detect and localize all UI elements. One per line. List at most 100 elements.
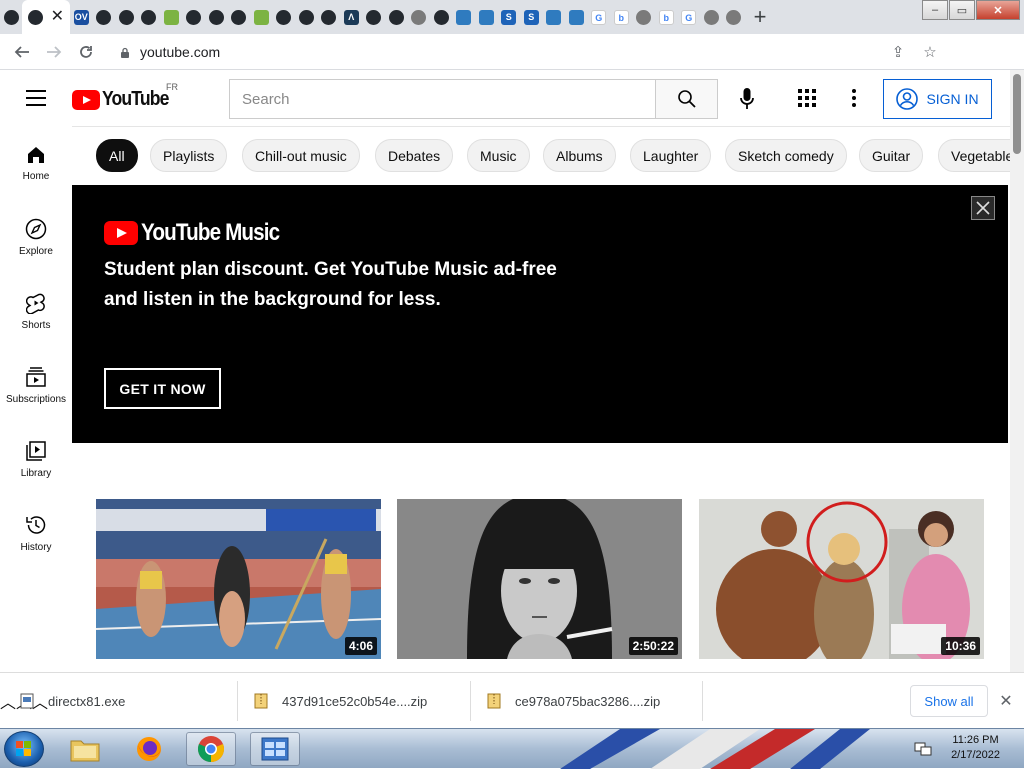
clock-date: 2/17/2022 bbox=[951, 749, 1000, 761]
restore-button[interactable]: ▭ bbox=[949, 0, 975, 20]
browser-tab[interactable] bbox=[633, 0, 656, 34]
guide-item-shorts[interactable]: Shorts bbox=[0, 274, 72, 348]
taskbar-control-panel[interactable] bbox=[250, 732, 300, 766]
browser-tab[interactable] bbox=[183, 0, 206, 34]
browser-tab[interactable] bbox=[115, 0, 138, 34]
browser-tab[interactable] bbox=[408, 0, 431, 34]
share-icon[interactable]: ⇪ bbox=[882, 43, 914, 61]
page-scrollbar[interactable] bbox=[1010, 70, 1024, 672]
browser-tab[interactable] bbox=[543, 0, 566, 34]
taskbar-explorer[interactable] bbox=[60, 732, 110, 766]
browser-tab[interactable]: b bbox=[610, 0, 633, 34]
browser-tab[interactable] bbox=[250, 0, 273, 34]
guide-item-subscriptions[interactable]: Subscriptions bbox=[0, 348, 72, 422]
search-input[interactable] bbox=[242, 90, 656, 108]
back-arrow-icon bbox=[14, 45, 29, 58]
apps-grid-icon[interactable] bbox=[795, 86, 819, 110]
banner-close-button[interactable] bbox=[971, 196, 995, 220]
github-icon bbox=[366, 9, 382, 25]
taskbar-chrome[interactable] bbox=[186, 732, 236, 766]
browser-tab[interactable]: Λ bbox=[340, 0, 363, 34]
guide-item-explore[interactable]: Explore bbox=[0, 200, 72, 274]
gear-green-icon bbox=[163, 9, 179, 25]
chevron-up-icon[interactable]: ︿ bbox=[0, 689, 16, 713]
github-icon bbox=[231, 9, 247, 25]
tab-close-icon[interactable]: ✕ bbox=[51, 9, 64, 25]
chip-laughter[interactable]: Laughter bbox=[630, 139, 712, 172]
start-button[interactable] bbox=[4, 731, 44, 767]
search-icon bbox=[677, 90, 696, 108]
firefox-icon bbox=[137, 737, 161, 761]
browser-tab[interactable] bbox=[385, 0, 408, 34]
browser-tab[interactable] bbox=[295, 0, 318, 34]
address-bar[interactable]: youtube.com ⇪ ☆ bbox=[108, 37, 946, 67]
chip-playlists[interactable]: Playlists bbox=[150, 139, 228, 172]
window-close-button[interactable]: ✕ bbox=[976, 0, 1020, 20]
browser-tab[interactable] bbox=[318, 0, 341, 34]
close-icon[interactable]: ✕ bbox=[996, 691, 1016, 711]
browser-tab[interactable] bbox=[723, 0, 746, 34]
browser-tab[interactable] bbox=[430, 0, 453, 34]
browser-tab[interactable] bbox=[160, 0, 183, 34]
browser-tab[interactable] bbox=[228, 0, 251, 34]
video-thumbnail-1[interactable]: 4:06 bbox=[96, 499, 381, 659]
show-all-downloads-button[interactable]: Show all bbox=[910, 685, 988, 717]
browser-tab[interactable] bbox=[565, 0, 588, 34]
video-thumbnail-2[interactable]: 2:50:22 bbox=[397, 499, 682, 659]
bookmark-star-icon[interactable]: ☆ bbox=[914, 43, 946, 61]
chip-sketch-comedy[interactable]: Sketch comedy bbox=[725, 139, 847, 172]
ytm-logo-text: YouTube Music bbox=[141, 219, 280, 246]
chip-albums[interactable]: Albums bbox=[543, 139, 616, 172]
browser-tab[interactable] bbox=[475, 0, 498, 34]
guide-item-home[interactable]: Home bbox=[0, 126, 72, 200]
play-icon bbox=[478, 9, 494, 25]
guide-item-library[interactable]: Library bbox=[0, 422, 72, 496]
video-thumbnail-3[interactable]: 10:36 bbox=[699, 499, 984, 659]
voice-search-button[interactable] bbox=[735, 86, 759, 112]
youtube-logo[interactable]: YouTube FR bbox=[72, 82, 178, 111]
menu-hamburger-icon[interactable] bbox=[26, 90, 46, 106]
browser-tab[interactable] bbox=[453, 0, 476, 34]
guide-item-history[interactable]: History bbox=[0, 496, 72, 570]
browser-tab[interactable] bbox=[205, 0, 228, 34]
sign-in-button[interactable]: SIGN IN bbox=[883, 79, 992, 119]
browser-tab[interactable]: G bbox=[678, 0, 701, 34]
browser-tab[interactable] bbox=[700, 0, 723, 34]
chip-music[interactable]: Music bbox=[467, 139, 530, 172]
taskbar-firefox[interactable] bbox=[124, 732, 174, 766]
browser-tab[interactable] bbox=[93, 0, 116, 34]
settings-more-icon[interactable] bbox=[844, 86, 864, 110]
chip-all[interactable]: All bbox=[96, 139, 138, 172]
browser-tab[interactable]: OV bbox=[70, 0, 93, 34]
chip-chill-out-music[interactable]: Chill-out music bbox=[242, 139, 360, 172]
reload-button[interactable] bbox=[70, 36, 102, 68]
browser-tab[interactable]: G bbox=[588, 0, 611, 34]
browser-tab[interactable]: S bbox=[520, 0, 543, 34]
chip-debates[interactable]: Debates bbox=[375, 139, 454, 172]
download-item-2[interactable]: 437d91ce52c0b54e....zip bbox=[254, 673, 427, 729]
browser-tab[interactable]: b bbox=[655, 0, 678, 34]
lock-icon bbox=[121, 47, 129, 58]
back-button[interactable] bbox=[6, 36, 38, 68]
search-button[interactable] bbox=[655, 79, 718, 119]
scrollbar-thumb[interactable] bbox=[1013, 74, 1021, 154]
tab-active[interactable]: ✕ bbox=[22, 0, 70, 34]
network-icon[interactable] bbox=[914, 741, 932, 757]
close-icon bbox=[976, 201, 990, 215]
new-tab-button[interactable]: + bbox=[745, 0, 775, 34]
google-icon: G bbox=[681, 9, 697, 25]
minimize-button[interactable]: – bbox=[922, 0, 948, 20]
tab-first[interactable] bbox=[0, 0, 22, 34]
system-clock[interactable]: 11:26 PM 2/17/2022 bbox=[951, 733, 1000, 763]
chip-vegetables[interactable]: Vegetables bbox=[938, 139, 1010, 172]
get-it-now-button[interactable]: GET IT NOW bbox=[104, 368, 221, 409]
browser-tab[interactable]: S bbox=[498, 0, 521, 34]
guide-label: History bbox=[20, 541, 52, 553]
download-item-3[interactable]: ce978a075bac3286....zip bbox=[487, 673, 660, 729]
browser-tab[interactable] bbox=[363, 0, 386, 34]
forward-button[interactable] bbox=[38, 36, 70, 68]
browser-tab[interactable] bbox=[138, 0, 161, 34]
chip-guitar[interactable]: Guitar bbox=[859, 139, 924, 172]
browser-tab[interactable] bbox=[273, 0, 296, 34]
download-item-1[interactable]: directx81.exe bbox=[20, 673, 125, 729]
